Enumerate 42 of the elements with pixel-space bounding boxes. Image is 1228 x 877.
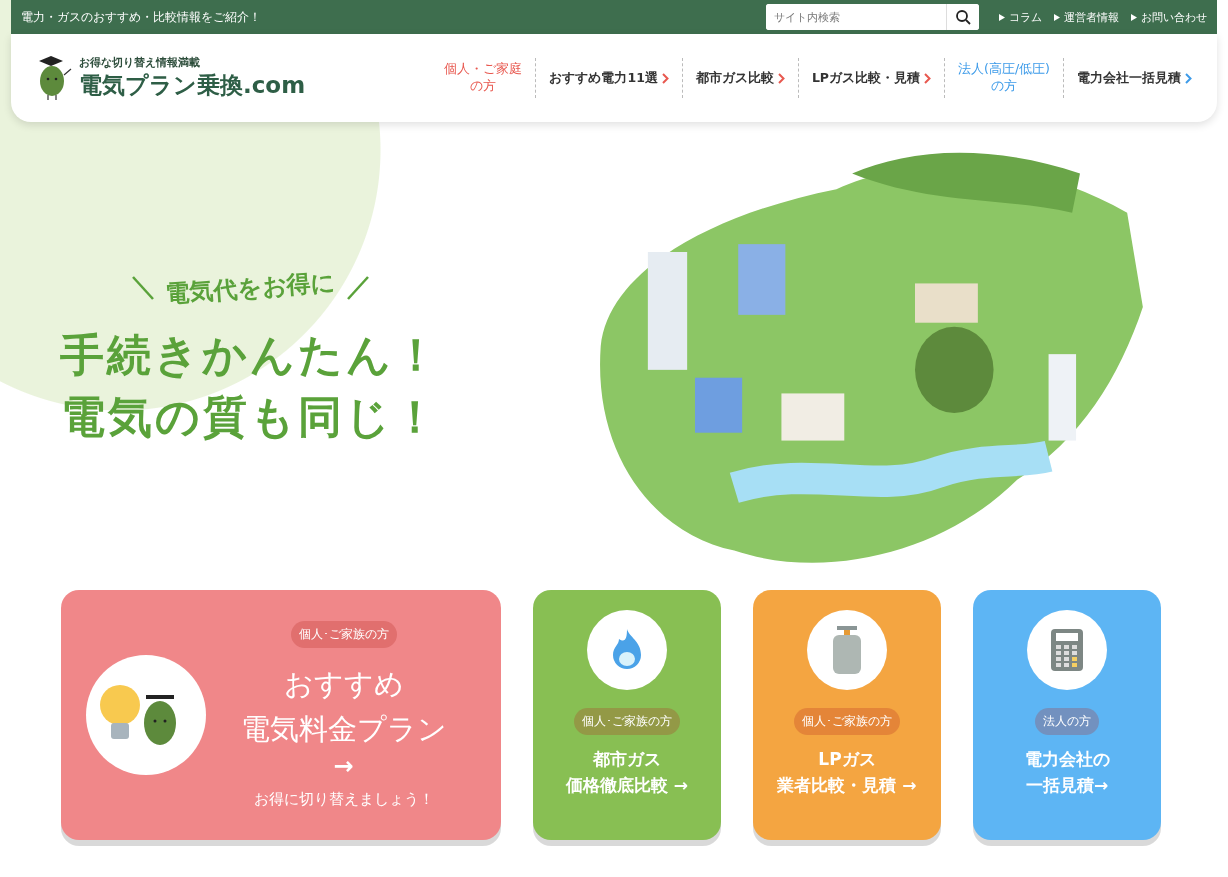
gas-cylinder-icon xyxy=(832,626,862,674)
audience-badge: 個人･ご家族の方 xyxy=(794,708,900,735)
nav-link[interactable]: おすすめ電力11選 xyxy=(535,58,682,98)
card-title: 都市ガス 価格徹底比較 → xyxy=(565,748,689,797)
top-link[interactable]: お問い合わせ xyxy=(1131,9,1207,25)
top-link[interactable]: 運営者情報 xyxy=(1054,9,1119,25)
nav-link[interactable]: 個人・ご家庭 の方 xyxy=(431,58,536,98)
search-field[interactable]: サイト内検索 xyxy=(766,4,979,30)
category-card[interactable]: 個人･ご家族の方 おすすめ 電気料金プラン → お得に切り替えましょう！ xyxy=(61,590,501,840)
card-title: 電力会社の 一括見積→ xyxy=(1024,748,1110,797)
nav-link[interactable]: 都市ガス比較 xyxy=(681,58,798,98)
slash-icon xyxy=(345,275,370,301)
search-button[interactable] xyxy=(946,4,979,30)
search-icon xyxy=(955,9,971,25)
hero-headline: 手続きかんたん！ xyxy=(59,328,441,382)
card-title: おすすめ 電気料金プラン xyxy=(240,666,447,748)
triangle-icon xyxy=(1131,13,1137,21)
nav-link[interactable]: 電力会社一括見積 xyxy=(1063,58,1205,98)
triangle-icon xyxy=(999,13,1005,21)
card-note: お得に切り替えましょう！ xyxy=(253,789,434,809)
building-drawing xyxy=(695,377,743,433)
hero-tagline: 電気代をお得に xyxy=(163,267,337,310)
slash-icon xyxy=(130,275,155,301)
triangle-icon xyxy=(1054,13,1060,21)
audience-badge: 個人･ご家族の方 xyxy=(290,621,397,649)
building-drawing xyxy=(781,393,845,441)
audience-badge: 法人の方 xyxy=(1035,708,1099,735)
category-card[interactable]: 個人･ご家族の方 都市ガス 価格徹底比較 → xyxy=(533,590,721,840)
nav-link[interactable]: 法人(高圧/低圧) の方 xyxy=(944,58,1063,98)
logo-subtitle: お得な切り替え情報満載 xyxy=(79,55,201,70)
hero-headline: 電気の質も同じ！ xyxy=(60,389,440,444)
top-link[interactable]: コラム xyxy=(999,9,1042,25)
category-card[interactable]: 法人の方 電力会社の 一括見積→ xyxy=(973,590,1161,840)
audience-badge: 個人･ご家族の方 xyxy=(574,708,680,735)
card-title: LPガス 業者比較・見積 → xyxy=(777,748,917,797)
site-tagline: 電力・ガスのおすすめ・比較情報をご紹介！ xyxy=(21,8,262,26)
calculator-icon xyxy=(1051,629,1083,671)
arrow-icon: → xyxy=(333,751,354,780)
logo-title[interactable]: 電気プラン乗換.com xyxy=(79,70,306,101)
nav-link[interactable]: LPガス比較・見積 xyxy=(797,58,945,98)
building-drawing xyxy=(738,244,786,315)
building-drawing xyxy=(915,283,978,323)
